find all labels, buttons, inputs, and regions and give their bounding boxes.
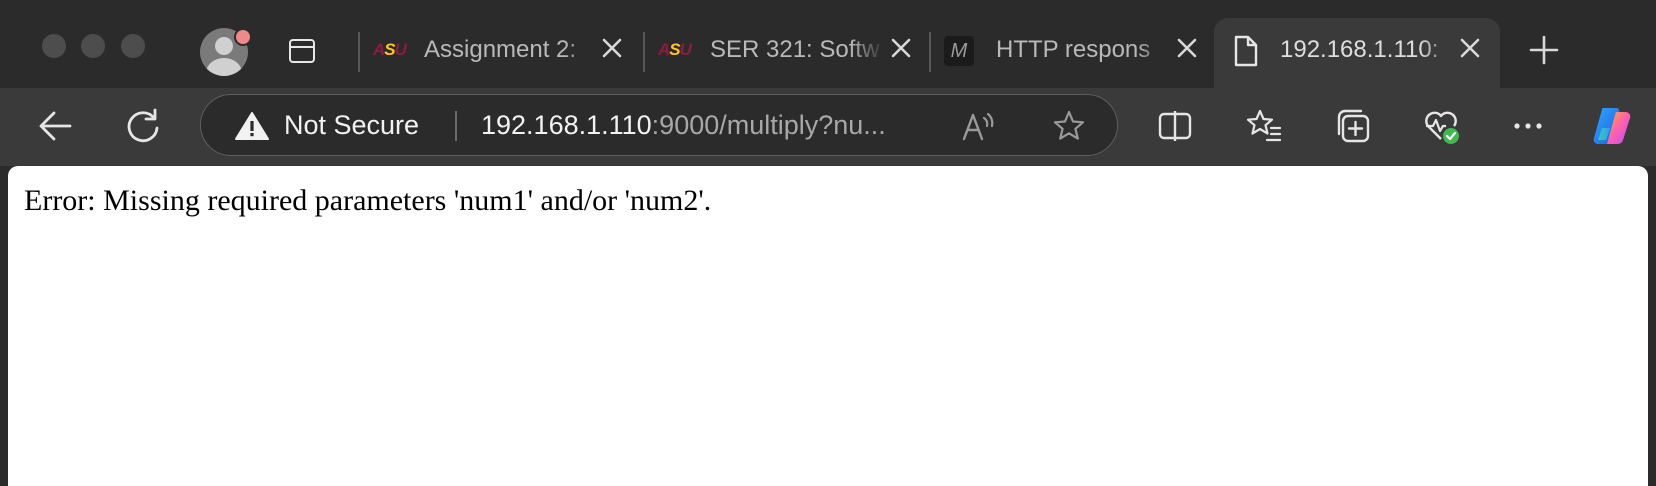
- minimize-window-button[interactable]: [81, 34, 105, 58]
- tab-ser321[interactable]: ASU SER 321: Softw: [646, 18, 929, 88]
- tab-title: 192.168.1.110:: [1280, 36, 1439, 63]
- error-message: Error: Missing required parameters 'num1…: [24, 184, 712, 217]
- favorites-icon[interactable]: [1245, 107, 1283, 145]
- tab-title: HTTP respons: [996, 36, 1151, 63]
- document-icon: [1234, 35, 1258, 67]
- tab-separator: [929, 32, 931, 72]
- url-host: 192.168.1.110: [481, 110, 652, 140]
- avatar-body: [206, 58, 242, 76]
- browser-window: ASU Assignment 2: ASU SER 321: Softw M H…: [0, 0, 1656, 486]
- tab-separator: [643, 32, 645, 72]
- tab-http-response[interactable]: M HTTP respons: [932, 18, 1215, 88]
- address-separator: [455, 111, 457, 141]
- avatar-head: [215, 37, 233, 55]
- mdn-logo-icon: M: [944, 36, 974, 66]
- browser-essentials-icon[interactable]: [1422, 107, 1460, 145]
- collections-icon[interactable]: [1334, 107, 1372, 145]
- warning-triangle-icon[interactable]: [234, 111, 270, 141]
- zoom-window-button[interactable]: [121, 34, 145, 58]
- tab-assignment[interactable]: ASU Assignment 2:: [360, 18, 643, 88]
- asu-logo-icon: ASU: [658, 40, 692, 59]
- tab-title: SER 321: Softw: [710, 36, 880, 63]
- copilot-icon[interactable]: [1590, 104, 1634, 148]
- navigation-toolbar: Not Secure 192.168.1.110:9000/multiply?n…: [0, 88, 1656, 166]
- refresh-icon[interactable]: [123, 106, 163, 146]
- close-tab-icon[interactable]: [889, 36, 913, 60]
- security-status-label[interactable]: Not Secure: [284, 110, 419, 141]
- favorite-star-icon[interactable]: [1052, 109, 1086, 143]
- read-aloud-icon[interactable]: [961, 109, 995, 143]
- close-tab-icon[interactable]: [1175, 36, 1199, 60]
- asu-logo-icon: ASU: [373, 40, 407, 59]
- close-tab-icon[interactable]: [600, 36, 624, 60]
- url-text[interactable]: 192.168.1.110:9000/multiply?nu...: [481, 110, 886, 141]
- tab-title: Assignment 2:: [424, 36, 577, 63]
- profile-notification-badge: [234, 28, 252, 46]
- close-tab-icon[interactable]: [1458, 36, 1482, 60]
- more-icon[interactable]: [1509, 107, 1547, 145]
- split-screen-icon[interactable]: [1156, 107, 1194, 145]
- url-path: :9000/multiply?nu...: [651, 110, 886, 140]
- vertical-tabs-icon[interactable]: [289, 39, 315, 63]
- back-icon[interactable]: [36, 106, 76, 146]
- address-bar[interactable]: Not Secure 192.168.1.110:9000/multiply?n…: [200, 94, 1118, 156]
- new-tab-plus-icon[interactable]: [1528, 34, 1560, 66]
- tab-active-localhost[interactable]: 192.168.1.110:: [1214, 18, 1500, 88]
- tab-strip: ASU Assignment 2: ASU SER 321: Softw M H…: [0, 0, 1656, 88]
- close-window-button[interactable]: [42, 34, 66, 58]
- page-viewport: Error: Missing required parameters 'num1…: [8, 166, 1648, 486]
